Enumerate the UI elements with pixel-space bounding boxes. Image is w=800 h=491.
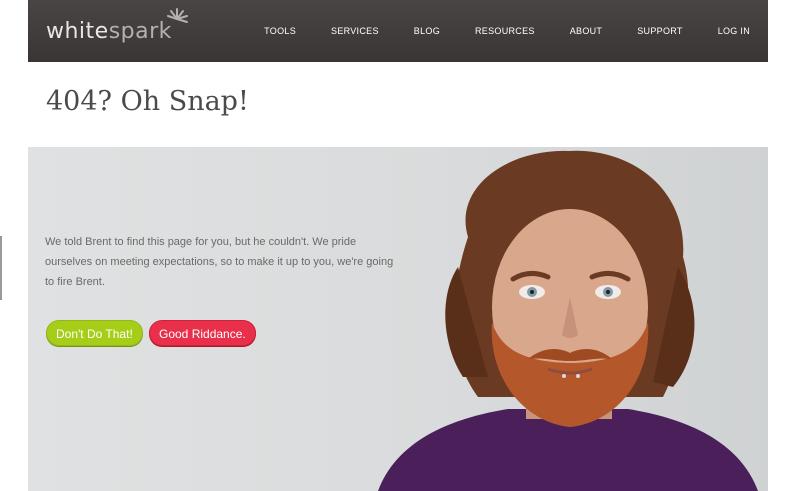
nav-item-resources[interactable]: RESOURCES [475,26,535,36]
logo-text-spark: spark [108,19,172,44]
logo-text-white: white [46,19,109,44]
page-title: 404? Oh Snap! [46,86,249,117]
nav-item-about[interactable]: ABOUT [570,26,603,36]
nav-item-tools[interactable]: TOOLS [264,26,296,36]
brent-photo [378,150,758,491]
hero-banner: We told Brent to find this page for you,… [28,147,768,491]
error-message: We told Brent to find this page for you,… [45,236,394,288]
page: white spark TOOLS SERVICES BLOG RESOURCES… [0,0,800,491]
nav-item-blog[interactable]: BLOG [414,26,440,36]
dont-do-that-button[interactable]: Don't Do That! [46,320,143,346]
left-edge-marker [0,236,2,300]
good-riddance-button[interactable]: Good Riddance. [149,320,256,346]
nav-item-support[interactable]: SUPPORT [637,26,682,36]
site-header: white spark TOOLS SERVICES BLOG RESOURCES… [28,0,768,62]
nav-item-services[interactable]: SERVICES [331,26,379,36]
nav-item-login[interactable]: LOG IN [718,26,750,36]
main-nav: TOOLS SERVICES BLOG RESOURCES ABOUT SUPP… [229,0,750,62]
spark-burst-icon [167,8,188,23]
logo[interactable]: white spark [46,8,188,44]
